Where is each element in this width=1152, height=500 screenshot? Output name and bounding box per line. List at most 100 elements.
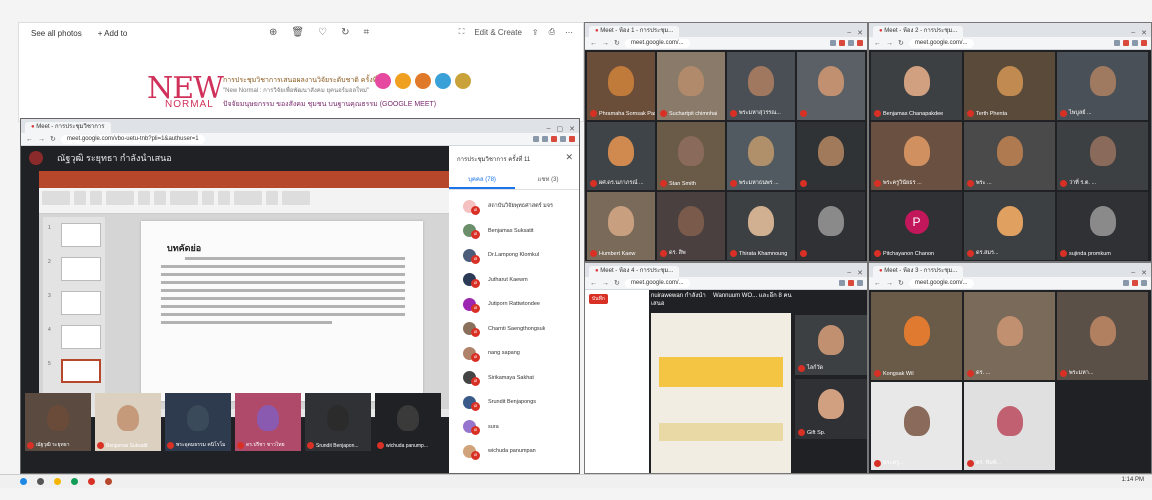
tab-chat[interactable]: แชท (3) <box>515 172 579 189</box>
video-tile[interactable]: sujinda promkum <box>1057 192 1148 260</box>
video-tile[interactable]: Humbert Kaew <box>587 192 655 260</box>
participant-row[interactable]: ⌀ Jutiporn Rattwtondee <box>449 292 579 317</box>
video-tile[interactable] <box>797 192 865 260</box>
video-tile[interactable]: Benjamas Suksatit <box>95 393 161 451</box>
slide-thumbnail[interactable] <box>61 325 101 349</box>
participant-row[interactable]: ⌀ Benjamas Suksatit <box>449 219 579 244</box>
forward-icon[interactable]: → <box>38 136 45 143</box>
participant-row[interactable]: ⌀ สถาบันวิจัยพุทธศาสตร์ มจร <box>449 194 579 219</box>
slide-thumbnail[interactable] <box>61 291 101 315</box>
close-icon[interactable]: ✕ <box>857 269 863 277</box>
fullscreen-icon[interactable]: ⛶ <box>459 27 465 37</box>
forward-icon[interactable]: → <box>886 40 893 47</box>
minimize-icon[interactable]: – <box>847 29 851 37</box>
start-icon[interactable] <box>20 478 27 485</box>
browser-tab[interactable]: ● Meet - ห้อง 1 - การประชุม... <box>589 26 680 37</box>
participant-row[interactable]: ⌀ Charnti Saengthongsuk <box>449 317 579 342</box>
print-icon[interactable]: ⎙ <box>549 27 555 37</box>
participant-row[interactable]: ⌀ sura <box>449 415 579 440</box>
favorite-icon[interactable]: ♡ <box>318 27 327 38</box>
participant-row[interactable]: ⌀ Sirikamaya Sakhat <box>449 366 579 391</box>
video-tile[interactable]: ไพบูลย์ ... <box>1057 52 1148 120</box>
back-icon[interactable]: ← <box>874 40 881 47</box>
close-icon[interactable]: ✕ <box>1141 269 1147 277</box>
back-icon[interactable]: ← <box>590 280 597 287</box>
video-tile[interactable]: ไลก์วัด <box>795 315 867 375</box>
video-tile[interactable]: Phramaha Somsak Passs... <box>587 52 655 120</box>
video-tile[interactable]: ดร.สมร... <box>964 192 1055 260</box>
url-field[interactable]: meet.google.com/vbo-uetu-tnb?pli=1&authu… <box>60 134 205 144</box>
forward-icon[interactable]: → <box>602 40 609 47</box>
video-tile[interactable]: P Pitchayanon Chanon <box>871 192 962 260</box>
powerpoint-icon[interactable] <box>105 478 112 485</box>
video-tile[interactable]: ดร. สิพ <box>657 192 725 260</box>
minimize-icon[interactable]: – <box>847 269 851 277</box>
record-button[interactable]: บันทึก <box>589 294 608 304</box>
close-icon[interactable]: ✕ <box>569 125 575 133</box>
share-icon[interactable]: ⇪ <box>532 28 539 37</box>
video-tile[interactable]: Terth Phenta <box>964 52 1055 120</box>
video-tile[interactable]: พระมหาสุวรรณ... <box>727 52 795 120</box>
video-tile[interactable]: Stan Smith <box>657 122 725 190</box>
url-field[interactable]: meet.google.com/... <box>908 38 974 48</box>
video-tile[interactable]: พระครู... <box>871 382 962 470</box>
zoom-in-icon[interactable]: ⊕ <box>269 27 277 38</box>
delete-icon[interactable]: 🗑 <box>291 27 304 38</box>
forward-icon[interactable]: → <box>886 280 893 287</box>
more-icon[interactable]: ⋯ <box>565 28 573 37</box>
video-tile[interactable]: Thirata Khamnoung <box>727 192 795 260</box>
participant-row[interactable]: ⌀ Jutharut Kaewm <box>449 268 579 293</box>
video-tile[interactable]: พระ ... <box>964 122 1055 190</box>
see-all-photos-button[interactable]: See all photos <box>27 27 86 40</box>
file-explorer-icon[interactable] <box>54 478 61 485</box>
participant-row[interactable]: ⌀ Srundit Benjapongs <box>449 390 579 415</box>
video-tile[interactable] <box>797 122 865 190</box>
video-tile[interactable] <box>797 52 865 120</box>
video-tile[interactable]: ผศ.ดร.นภาภรณ์ ... <box>587 122 655 190</box>
close-icon[interactable]: ✕ <box>857 29 863 37</box>
crop-icon[interactable]: ⌗ <box>363 27 369 38</box>
browser-tab[interactable]: ● Meet - ห้อง 4 - การประชุม... <box>589 266 680 277</box>
back-icon[interactable]: ← <box>590 40 597 47</box>
reload-icon[interactable]: ↻ <box>614 39 620 47</box>
video-tile[interactable]: พระอุดมธรรม คนิโรโม <box>165 393 231 451</box>
video-tile[interactable]: พระมหา... <box>1057 292 1148 380</box>
slide-thumbnail[interactable] <box>61 223 101 247</box>
close-icon[interactable]: ✕ <box>565 152 573 163</box>
participant-row[interactable]: ⌀ Dr.Lampong Klomkul <box>449 243 579 268</box>
reload-icon[interactable]: ↻ <box>50 135 56 143</box>
video-tile[interactable]: ดร.ปรีชา ชาวไทย <box>235 393 301 451</box>
forward-icon[interactable]: → <box>602 280 609 287</box>
participant-row[interactable]: ⌀ nang sapang <box>449 341 579 366</box>
minimize-icon[interactable]: – <box>1131 269 1135 277</box>
reload-icon[interactable]: ↻ <box>898 279 904 287</box>
browser-tab[interactable]: ● Meet - ห้อง 3 - การประชุม... <box>873 266 964 277</box>
app-icon[interactable] <box>88 478 95 485</box>
browser-tab[interactable]: ● Meet - ห้อง 2 - การประชุม... <box>873 26 964 37</box>
add-to-button[interactable]: + Add to <box>94 27 132 40</box>
video-tile[interactable]: Benjamas Chanapakdee <box>871 52 962 120</box>
video-tile[interactable]: Suchartpit chimnhai <box>657 52 725 120</box>
reload-icon[interactable]: ↻ <box>898 39 904 47</box>
minimize-icon[interactable]: – <box>547 125 551 133</box>
slide-thumbnail-selected[interactable] <box>61 359 101 383</box>
maximize-icon[interactable]: ▢ <box>557 125 564 133</box>
video-tile[interactable]: พระมหาธนพร ... <box>727 122 795 190</box>
close-icon[interactable]: ✕ <box>1141 29 1147 37</box>
video-tile[interactable]: Kongsak Wil <box>871 292 962 380</box>
browser-tab[interactable]: ● Meet - การประชุมวิชาการ <box>25 122 111 133</box>
participant-row[interactable]: ⌀ wichuda panumpan <box>449 439 579 464</box>
reload-icon[interactable]: ↻ <box>614 279 620 287</box>
url-field[interactable]: meet.google.com/... <box>908 278 974 288</box>
back-icon[interactable]: ← <box>26 136 33 143</box>
url-field[interactable]: meet.google.com/... <box>624 278 690 288</box>
url-field[interactable]: meet.google.com/... <box>624 38 690 48</box>
video-tile[interactable]: ว่าที่ ร.ต. ... <box>1057 122 1148 190</box>
video-tile[interactable]: Gift Sp. <box>795 379 867 439</box>
video-tile[interactable]: ณัฐวุฒิ ระยุทธา <box>25 393 91 451</box>
minimize-icon[interactable]: – <box>1131 29 1135 37</box>
video-tile[interactable]: Srundit Benjapon... <box>305 393 371 451</box>
rotate-icon[interactable]: ↻ <box>341 27 349 38</box>
tab-people[interactable]: บุคคล (78) <box>449 172 515 189</box>
video-tile[interactable]: ดร. ... <box>964 292 1055 380</box>
